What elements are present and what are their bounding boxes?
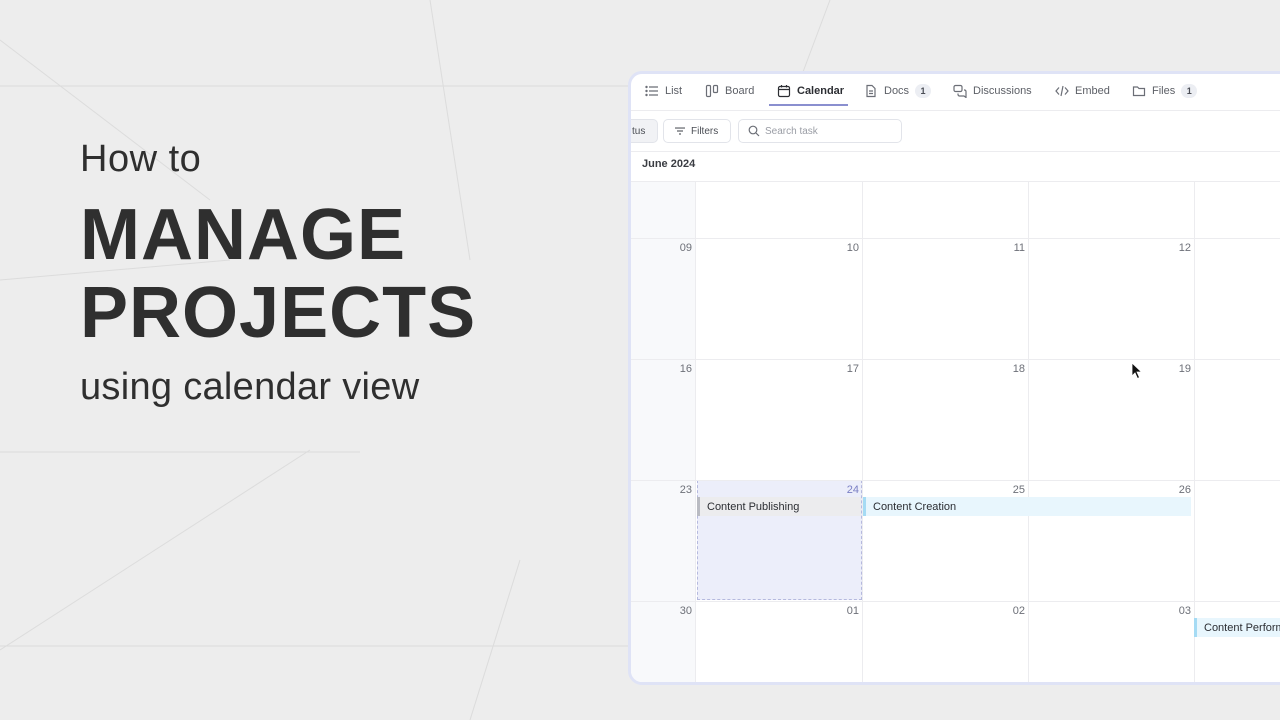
day-number: 09 [679,242,692,254]
day-number: 17 [846,363,859,375]
event-title: Content Perform [1204,621,1280,634]
tab-calendar[interactable]: Calendar [777,74,844,107]
tab-list-label: List [665,84,683,97]
event-content-creation[interactable]: Content Creation [863,497,1191,516]
day-number: 25 [1012,484,1025,496]
tab-docs[interactable]: Docs 1 [864,74,932,107]
status-filter-button[interactable]: tus [631,119,658,143]
headline: How to MANAGE PROJECTS using calendar vi… [80,136,476,410]
month-label: June 2024 [642,158,696,170]
tab-discussions[interactable]: Discussions [953,74,1032,107]
files-count-badge: 1 [1181,83,1198,98]
list-icon [645,85,658,96]
day-number: 03 [1178,605,1191,617]
day-number: 30 [679,605,692,617]
calendar-icon [777,84,791,97]
mouse-cursor-icon [1131,362,1143,380]
week-separator [631,480,1280,481]
headline-projects: PROJECTS [80,273,477,353]
search-input[interactable]: Search task [738,119,902,143]
day-number: 01 [846,605,859,617]
day-separator [1194,182,1195,682]
doc-icon [866,84,876,97]
app-window: List Board Calendar Docs 1 Discussions E… [628,71,1280,685]
view-tabs: List Board Calendar Docs 1 Discussions E… [631,74,1280,110]
day-number: 16 [679,363,692,375]
tab-docs-label: Docs [884,84,910,97]
day-number: 02 [1012,605,1025,617]
day-number-selected: 24 [846,484,859,496]
day-separator [1028,182,1029,682]
tab-discussions-label: Discussions [973,84,1032,97]
tab-list[interactable]: List [645,74,682,107]
code-icon [1055,85,1069,96]
day-number: 23 [679,484,692,496]
day-number: 18 [1012,363,1025,375]
search-icon [748,125,760,137]
discussions-icon [953,84,967,98]
day-number: 11 [1013,242,1025,254]
event-title: Content Creation [873,500,957,513]
tab-embed[interactable]: Embed [1055,74,1110,107]
tab-board-label: Board [725,84,755,97]
toolbar-divider [631,151,1280,152]
tab-embed-label: Embed [1075,84,1110,97]
event-title: Content Publishing [707,500,800,513]
tab-files-label: Files [1152,84,1176,97]
tab-board[interactable]: Board [705,74,754,107]
filters-label: Filters [691,125,719,137]
headline-how-to: How to [80,138,202,180]
day-number: 19 [1178,363,1191,375]
status-filter-label: tus [632,125,646,137]
event-content-publishing[interactable]: Content Publishing [697,497,861,516]
tab-files[interactable]: Files 1 [1132,74,1198,107]
headline-manage: MANAGE [80,195,406,275]
week-separator [631,359,1280,360]
day-number: 26 [1178,484,1191,496]
active-tab-indicator [769,104,848,106]
search-placeholder: Search task [765,125,818,137]
week-separator [631,238,1280,239]
month-divider [631,181,1280,182]
folder-icon [1132,85,1146,96]
tab-calendar-label: Calendar [797,84,845,97]
filters-button[interactable]: Filters [663,119,731,143]
headline-subtitle: using calendar view [80,366,420,408]
day-separator [862,182,863,682]
board-icon [705,84,719,97]
calendar-toolbar: tus Filters Search task [631,111,1280,151]
day-number: 10 [846,242,859,254]
week-separator [631,601,1280,602]
day-number: 12 [1178,242,1191,254]
event-content-performance[interactable]: Content Perform [1194,618,1280,637]
filter-icon [675,127,685,135]
docs-count-badge: 1 [915,83,932,98]
